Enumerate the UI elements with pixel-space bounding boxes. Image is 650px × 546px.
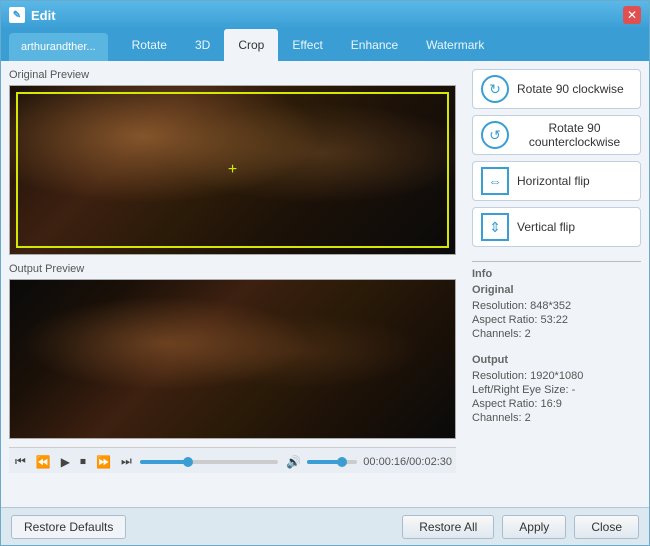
info-title: Info (472, 268, 641, 280)
original-preview-section: Original Preview + (9, 69, 456, 255)
stop-button[interactable]: ⏹ (78, 452, 88, 471)
volume-icon[interactable]: 🔊 (284, 453, 303, 471)
close-window-button[interactable]: ✕ (623, 6, 641, 24)
vertical-flip-button[interactable]: ⇕ Vertical flip (472, 207, 641, 247)
file-tab[interactable]: arthurandther... (9, 33, 108, 61)
volume-thumb (337, 457, 347, 467)
content-area: Original Preview + Output Preview (1, 61, 649, 507)
original-info-title: Original (472, 284, 641, 296)
progress-bar[interactable] (140, 460, 279, 464)
original-channels: Channels: 2 (472, 328, 641, 340)
output-leftright: Left/Right Eye Size: - (472, 384, 641, 396)
play-button[interactable]: ▶ (59, 453, 72, 471)
output-preview-frame (9, 279, 456, 439)
tab-header: arthurandther... Rotate 3D Crop Effect E… (1, 29, 649, 61)
original-aspect: Aspect Ratio: 53:22 (472, 314, 641, 326)
output-preview-section: Output Preview (9, 263, 456, 439)
tab-crop[interactable]: Crop (224, 29, 278, 61)
tab-effect[interactable]: Effect (278, 29, 336, 61)
right-panel: ↻ Rotate 90 clockwise ↺ Rotate 90 counte… (464, 61, 649, 507)
horizontal-flip-icon: ⇔ (481, 167, 509, 195)
rotate-cw-icon: ↻ (481, 75, 509, 103)
output-resolution: Resolution: 1920*1080 (472, 370, 641, 382)
progress-fill (140, 460, 188, 464)
apply-button[interactable]: Apply (502, 515, 566, 539)
window-title: Edit (31, 8, 56, 23)
restore-all-button[interactable]: Restore All (402, 515, 494, 539)
original-preview-frame: + (9, 85, 456, 255)
tab-enhance[interactable]: Enhance (337, 29, 412, 61)
original-preview-label: Original Preview (9, 69, 456, 81)
volume-bar[interactable] (307, 460, 357, 464)
tab-3d[interactable]: 3D (181, 29, 224, 61)
time-display: 00:00:16/00:02:30 (363, 456, 452, 468)
vertical-flip-icon: ⇕ (481, 213, 509, 241)
original-video (10, 86, 455, 254)
output-video (10, 280, 455, 438)
info-section: Info Original Resolution: 848*352 Aspect… (472, 261, 641, 426)
bottom-bar: Restore Defaults Restore All Apply Close (1, 507, 649, 545)
edit-window: ✎ Edit ✕ arthurandther... Rotate 3D Crop… (0, 0, 650, 546)
main-tabs: Rotate 3D Crop Effect Enhance Watermark (118, 29, 499, 61)
skip-forward-button[interactable]: ⏭ (119, 452, 134, 471)
original-resolution: Resolution: 848*352 (472, 300, 641, 312)
output-aspect: Aspect Ratio: 16:9 (472, 398, 641, 410)
output-video-content (10, 280, 455, 438)
close-button[interactable]: Close (574, 515, 639, 539)
player-bar: ⏮ ⏪ ▶ ⏹ ⏩ ⏭ 🔊 00:00:16/00:02:30 (9, 447, 456, 473)
title-bar-left: ✎ Edit (9, 7, 56, 23)
output-channels: Channels: 2 (472, 412, 641, 424)
rotate-cw-button[interactable]: ↻ Rotate 90 clockwise (472, 69, 641, 109)
output-info-title: Output (472, 354, 641, 366)
rotate-ccw-icon: ↺ (481, 121, 509, 149)
restore-defaults-button[interactable]: Restore Defaults (11, 515, 126, 539)
tab-watermark[interactable]: Watermark (412, 29, 498, 61)
skip-back-button[interactable]: ⏮ (13, 452, 28, 471)
left-panel: Original Preview + Output Preview (1, 61, 464, 507)
info-divider (472, 261, 641, 262)
original-video-content (10, 86, 455, 254)
rotate-ccw-button[interactable]: ↺ Rotate 90 counterclockwise (472, 115, 641, 155)
title-bar: ✎ Edit ✕ (1, 1, 649, 29)
step-back-button[interactable]: ⏪ (34, 453, 53, 471)
output-preview-label: Output Preview (9, 263, 456, 275)
horizontal-flip-button[interactable]: ⇔ Horizontal flip (472, 161, 641, 201)
volume-area: 🔊 (284, 453, 357, 471)
app-icon: ✎ (9, 7, 25, 23)
step-forward-button[interactable]: ⏩ (94, 453, 113, 471)
progress-thumb (183, 457, 193, 467)
tab-rotate[interactable]: Rotate (118, 29, 181, 61)
